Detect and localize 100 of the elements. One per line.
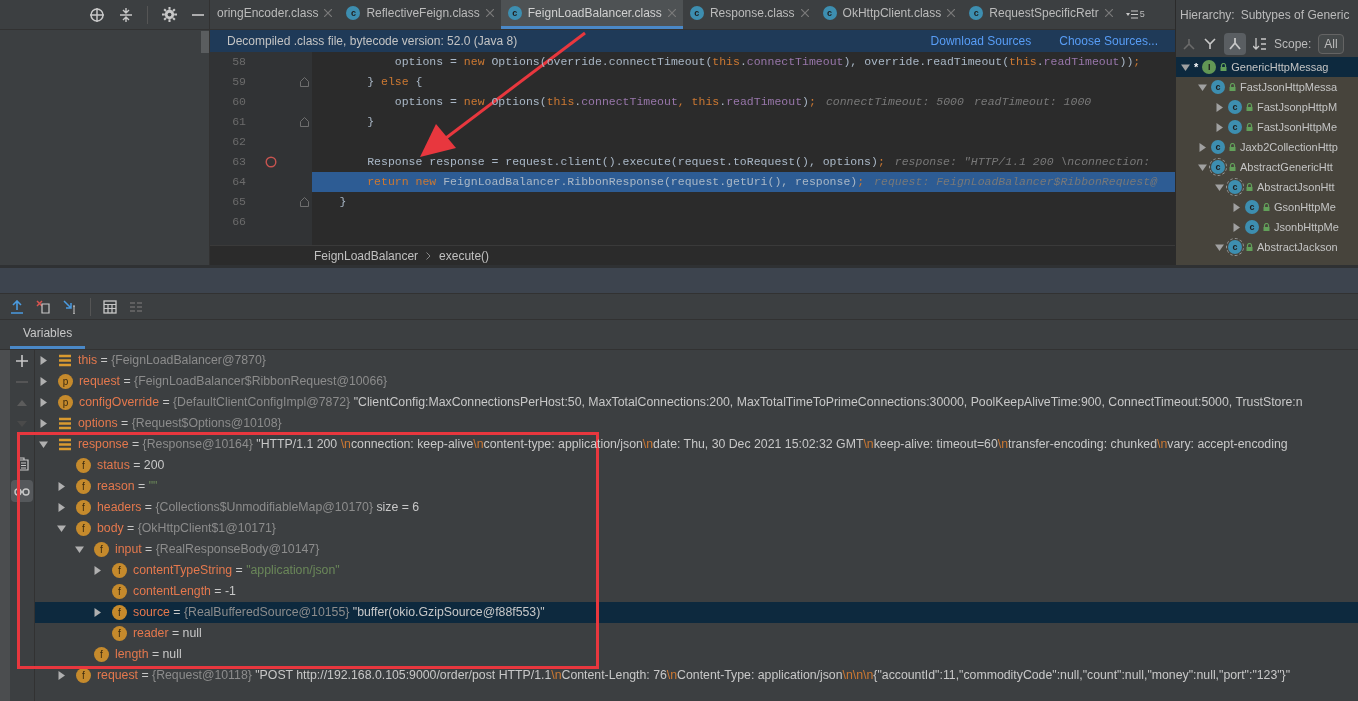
collapse-arrow-icon[interactable]	[39, 440, 48, 449]
collapse-arrow-icon[interactable]	[75, 545, 84, 554]
expand-arrow-icon[interactable]	[39, 398, 48, 407]
editor-tab[interactable]: c RequestSpecificRetr	[962, 0, 1120, 29]
banner-link[interactable]: Choose Sources...	[1059, 32, 1158, 50]
tab-overflow-button[interactable]: 5	[1119, 0, 1151, 29]
hierarchy-tree-row[interactable]: c JsonbHttpMe	[1176, 217, 1358, 237]
close-icon[interactable]	[485, 9, 494, 17]
variable-text: headers = {Collections$UnmodifiableMap@10170} size = 6	[97, 499, 420, 517]
variable-icon	[58, 417, 72, 430]
fold-marker-icon[interactable]	[299, 117, 309, 127]
fold-marker-icon[interactable]	[299, 77, 309, 87]
variable-text: status = 200	[97, 457, 165, 475]
variable-row[interactable]: f body = {OkHttpClient$1@10171}	[35, 518, 1358, 539]
hierarchy-tree-row[interactable]: * I GenericHttpMessag	[1176, 57, 1358, 77]
collapse-arrow-icon[interactable]	[1198, 162, 1207, 172]
hierarchy-item-label: FastJsonpHttpM	[1257, 99, 1338, 115]
breakpoint-icon[interactable]	[265, 156, 277, 168]
step-icon[interactable]	[63, 299, 78, 314]
close-icon[interactable]	[947, 9, 956, 17]
breadcrumb-item[interactable]: FeignLoadBalancer	[314, 246, 419, 265]
banner-link[interactable]: Download Sources	[930, 32, 1032, 50]
variable-row[interactable]: f status = 200	[35, 455, 1358, 476]
expand-arrow-icon[interactable]	[39, 419, 48, 428]
hierarchy-tree-row[interactable]: c FastJsonHttpMe	[1176, 117, 1358, 137]
expand-arrow-icon[interactable]	[57, 503, 66, 512]
variable-text: reader = null	[133, 625, 202, 643]
collapse-arrow-icon[interactable]	[1215, 182, 1224, 192]
variable-row[interactable]: f contentLength = -1	[35, 581, 1358, 602]
add-icon[interactable]	[16, 355, 28, 367]
variable-row[interactable]: options = {Request$Options@10108}	[35, 413, 1358, 434]
expand-arrow-icon[interactable]	[57, 671, 66, 680]
variable-row[interactable]: f input = {RealResponseBody@10147}	[35, 539, 1358, 560]
subtypes-icon[interactable]	[1203, 36, 1217, 51]
settings-icon[interactable]	[162, 7, 177, 22]
scope-select[interactable]: All	[1318, 33, 1344, 54]
expand-arrow-icon[interactable]	[1198, 142, 1207, 152]
expand-arrow-icon[interactable]	[93, 566, 102, 575]
expand-arrow-icon[interactable]	[1215, 122, 1224, 132]
hierarchy-item-label: AbstractJsonHtt	[1257, 179, 1335, 195]
field-icon: f	[76, 500, 91, 515]
lock-icon	[1229, 163, 1236, 171]
hierarchy-item-label: AbstractJackson	[1257, 239, 1338, 255]
editor-tab[interactable]: c ReflectiveFeign.class	[339, 0, 501, 29]
close-icon[interactable]	[1104, 9, 1113, 17]
variable-row[interactable]: f contentTypeString = "application/json"	[35, 560, 1358, 581]
variable-text: request = {FeignLoadBalancer$RibbonRequest@10066}	[79, 373, 388, 391]
expand-arrow-icon[interactable]	[93, 608, 102, 617]
variable-text: options = {Request$Options@10108}	[78, 415, 282, 433]
expand-arrow-icon[interactable]	[39, 377, 48, 386]
field-icon: f	[76, 458, 91, 473]
variable-row[interactable]: f reader = null	[35, 623, 1358, 644]
hierarchy-toggle-button[interactable]	[1224, 32, 1246, 55]
close-icon[interactable]	[800, 9, 809, 17]
class-icon: c	[1245, 200, 1259, 214]
variable-row[interactable]: f length = null	[35, 644, 1358, 665]
editor-tab[interactable]: c OkHttpClient.class	[815, 0, 963, 29]
variable-row[interactable]: this = {FeignLoadBalancer@7870}	[35, 350, 1358, 371]
close-icon[interactable]	[324, 9, 333, 17]
hierarchy-tree-row[interactable]: c AbstractJackson	[1176, 237, 1358, 257]
expand-arrow-icon[interactable]	[1232, 202, 1241, 212]
fold-marker-icon[interactable]	[299, 197, 309, 207]
variables-tab[interactable]: Variables	[10, 320, 86, 349]
editor-tab[interactable]: c FeignLoadBalancer.class	[500, 0, 683, 29]
code-text: Response response = request.client().execute(request.toRequest(), options); response: "HTTP/1.1 200 \nconnection:	[366, 154, 1152, 171]
collapse-icon[interactable]	[119, 6, 133, 23]
collapse-arrow-icon[interactable]	[1198, 82, 1207, 92]
expand-arrow-icon[interactable]	[1232, 222, 1241, 232]
collapse-arrow-icon[interactable]	[1215, 242, 1224, 252]
hierarchy-tree-row[interactable]: c AbstractGenericHtt	[1176, 157, 1358, 177]
expand-arrow-icon[interactable]	[57, 482, 66, 491]
editor-tab[interactable]: c Response.class	[682, 0, 816, 29]
variable-row[interactable]: f headers = {Collections$UnmodifiableMap@10170} size = 6	[35, 497, 1358, 518]
list-icon	[1125, 10, 1138, 19]
class-icon: c	[507, 6, 522, 20]
lock-icon	[1246, 103, 1253, 111]
hierarchy-tree-row[interactable]: c GsonHttpMe	[1176, 197, 1358, 217]
variable-row[interactable]: f source = {RealBufferedSource@10155} "buffer(okio.GzipSource@f88f553)"	[35, 602, 1358, 623]
hierarchy-tree-row[interactable]: c AbstractJsonHtt	[1176, 177, 1358, 197]
hierarchy-tree-row[interactable]: c FastJsonHttpMessa	[1176, 77, 1358, 97]
target-icon[interactable]	[89, 6, 105, 23]
field-icon: p	[58, 374, 73, 389]
hierarchy-tree-row[interactable]: c FastJsonpHttpM	[1176, 97, 1358, 117]
variable-text: reason = ""	[97, 478, 158, 496]
drop-frame-icon[interactable]	[36, 299, 51, 314]
scrollbar-thumb[interactable]	[201, 31, 209, 53]
breadcrumb-item[interactable]: execute()	[439, 246, 490, 265]
expand-arrow-icon[interactable]	[39, 356, 48, 365]
line-number: 63	[231, 154, 246, 171]
expand-arrow-icon[interactable]	[1215, 102, 1224, 112]
calculator-icon[interactable]	[103, 299, 117, 314]
sort-icon[interactable]	[1253, 36, 1267, 51]
variable-row[interactable]: f reason = ""	[35, 476, 1358, 497]
variable-row[interactable]: p request = {FeignLoadBalancer$RibbonRequest@10066}	[35, 371, 1358, 392]
collapse-arrow-icon[interactable]	[1181, 62, 1190, 72]
upload-icon[interactable]	[10, 299, 24, 314]
abstract-class-icon: c	[1211, 160, 1225, 174]
collapse-arrow-icon[interactable]	[57, 524, 66, 533]
hierarchy-tree-row[interactable]: c Jaxb2CollectionHttp	[1176, 137, 1358, 157]
editor-tab[interactable]: oringEncoder.class	[210, 0, 340, 29]
